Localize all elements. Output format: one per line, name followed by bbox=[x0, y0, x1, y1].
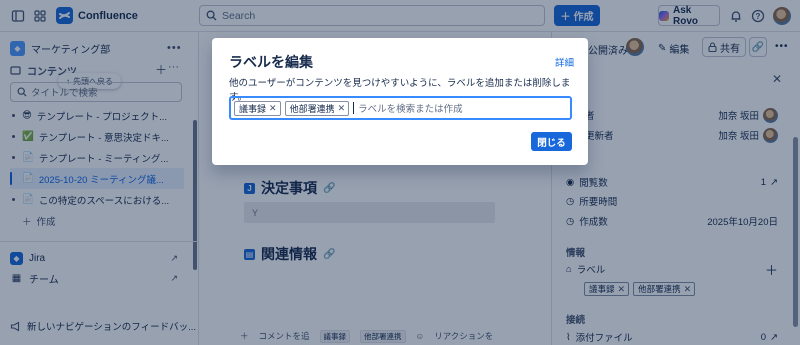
label-input[interactable]: 議事録 ✕ 他部署連携 ✕ ラベルを検索または作成 bbox=[229, 96, 572, 120]
label-chip-text: 議事録 bbox=[239, 103, 267, 114]
label-chip-text: 他部署連携 bbox=[289, 103, 335, 114]
label-chip[interactable]: 他部署連携 ✕ bbox=[284, 100, 350, 116]
remove-label-icon[interactable]: ✕ bbox=[269, 103, 277, 114]
close-button[interactable]: 閉じる bbox=[531, 132, 572, 151]
dialog-title: ラベルを編集 bbox=[229, 54, 313, 70]
text-caret bbox=[353, 102, 355, 114]
details-link[interactable]: 詳細 bbox=[555, 55, 574, 69]
label-input-placeholder: ラベルを検索または作成 bbox=[358, 104, 463, 115]
close-button-label: 閉じる bbox=[537, 137, 566, 149]
label-chip[interactable]: 議事録 ✕ bbox=[234, 100, 281, 116]
edit-labels-dialog: ラベルを編集 詳細 他のユーザーがコンテンツを見つけやすいように、ラベルを追加ま… bbox=[212, 38, 588, 165]
remove-label-icon[interactable]: ✕ bbox=[338, 103, 346, 114]
